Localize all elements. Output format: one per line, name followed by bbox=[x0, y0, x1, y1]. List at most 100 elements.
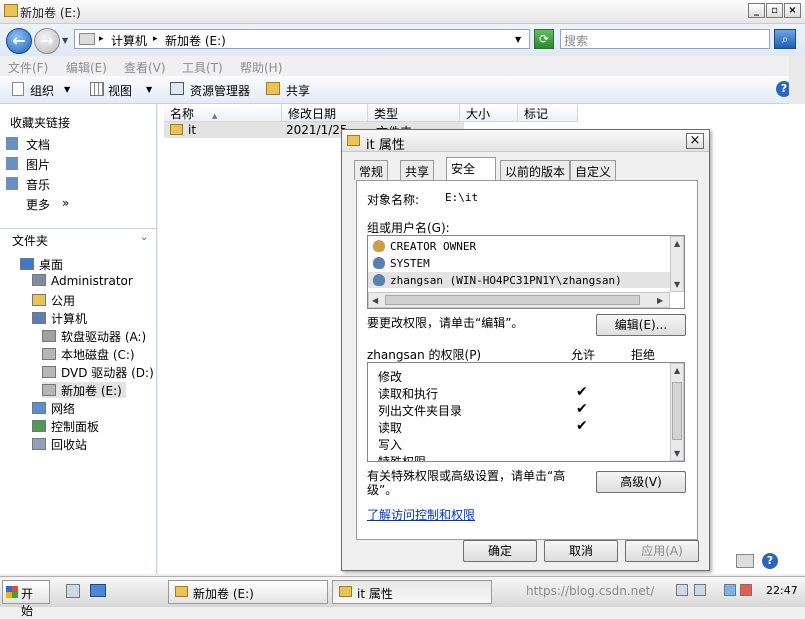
recent-pages-chevron-icon[interactable]: ▼ bbox=[62, 36, 68, 45]
tray-icon[interactable] bbox=[676, 584, 688, 596]
window-scrollbar[interactable] bbox=[789, 56, 805, 104]
menu-help[interactable]: 帮助(H) bbox=[240, 59, 282, 76]
tree-item[interactable]: Administrator bbox=[32, 274, 133, 290]
user-icon bbox=[373, 274, 385, 286]
tab-security[interactable]: 安全 bbox=[446, 157, 496, 181]
access-control-help-link[interactable]: 了解访问控制和权限 bbox=[367, 506, 475, 523]
resource-manager-button[interactable]: 资源管理器 bbox=[190, 82, 250, 99]
column-tags[interactable]: 标记 bbox=[518, 104, 578, 122]
menu-view[interactable]: 查看(V) bbox=[124, 59, 166, 76]
more-chevron-icon[interactable]: » bbox=[62, 196, 69, 210]
tree-item[interactable]: 网络 bbox=[32, 400, 75, 416]
tree-item[interactable]: 计算机 bbox=[32, 310, 87, 326]
ok-button[interactable]: 确定 bbox=[463, 540, 537, 562]
window-title: 新加卷 (E:) bbox=[20, 6, 81, 20]
scroll-down-icon[interactable]: ▼ bbox=[674, 280, 680, 289]
navigation-pane: 收藏夹链接 文档 图片 音乐 更多 » 文件夹 ⌄ 桌面 Administrato… bbox=[0, 104, 157, 574]
chevron-down-icon[interactable]: ▼ bbox=[146, 85, 152, 94]
permissions-scrollbar[interactable]: ▲ ▼ bbox=[670, 363, 684, 461]
menu-edit[interactable]: 编辑(E) bbox=[66, 59, 107, 76]
menu-tools[interactable]: 工具(T) bbox=[182, 59, 223, 76]
edit-button[interactable]: 编辑(E)... bbox=[596, 314, 686, 336]
collapse-chevron-icon[interactable]: ⌄ bbox=[140, 232, 148, 243]
drive-icon bbox=[79, 33, 95, 45]
tab-previous-versions[interactable]: 以前的版本 bbox=[500, 160, 571, 180]
user-list-row[interactable]: CREATOR OWNER bbox=[368, 238, 670, 254]
scroll-left-icon[interactable]: ◀ bbox=[372, 296, 378, 305]
user-name: CREATOR OWNER bbox=[390, 240, 477, 253]
cancel-button[interactable]: 取消 bbox=[544, 540, 618, 562]
window-titlebar[interactable]: 新加卷 (E:) _ ▫ × bbox=[0, 0, 805, 24]
close-button[interactable]: × bbox=[784, 3, 801, 18]
scroll-right-icon[interactable]: ▶ bbox=[657, 296, 663, 305]
user-list[interactable]: CREATOR OWNER SYSTEM zhangsan (WIN-HO4PC31… bbox=[367, 235, 685, 309]
horizontal-scroll-thumb[interactable] bbox=[385, 295, 640, 305]
address-dropdown-icon[interactable]: ▼ bbox=[515, 35, 521, 44]
tree-item[interactable]: DVD 驱动器 (D:) bbox=[42, 364, 154, 380]
scroll-up-icon[interactable]: ▲ bbox=[674, 239, 680, 248]
tray-icon[interactable] bbox=[694, 584, 706, 596]
forward-button[interactable]: → bbox=[34, 28, 60, 54]
favorites-more[interactable]: 更多 bbox=[26, 196, 50, 213]
column-size[interactable]: 大小 bbox=[460, 104, 518, 122]
maximize-button[interactable]: ▫ bbox=[766, 3, 783, 18]
tree-item[interactable]: 桌面 bbox=[20, 256, 63, 272]
column-date[interactable]: 修改日期 bbox=[282, 104, 368, 122]
dialog-titlebar[interactable]: it 属性 × bbox=[342, 130, 709, 153]
tree-item[interactable]: 控制面板 bbox=[32, 418, 99, 434]
tree-item[interactable]: 新加卷 (E:) bbox=[42, 382, 126, 398]
advanced-button[interactable]: 高级(V) bbox=[596, 471, 686, 493]
tree-item[interactable]: 本地磁盘 (C:) bbox=[42, 346, 135, 362]
favorite-documents[interactable]: 文档 bbox=[26, 136, 50, 153]
scroll-up-icon[interactable]: ▲ bbox=[674, 366, 680, 375]
help-icon[interactable]: ? bbox=[762, 553, 778, 569]
apply-button[interactable]: 应用(A) bbox=[625, 540, 699, 562]
column-type[interactable]: 类型 bbox=[368, 104, 460, 122]
tab-customize[interactable]: 自定义 bbox=[570, 160, 617, 180]
taskbar-explorer[interactable]: 新加卷 (E:) bbox=[168, 580, 328, 604]
column-name[interactable]: 名称 ▲ bbox=[164, 104, 282, 122]
dialog-close-button[interactable]: × bbox=[686, 133, 704, 149]
user-list-row[interactable]: SYSTEM bbox=[368, 255, 670, 271]
chevron-down-icon[interactable]: ▼ bbox=[64, 85, 70, 94]
keyboard-icon[interactable] bbox=[736, 554, 754, 568]
organize-button[interactable]: 组织 bbox=[30, 82, 54, 99]
favorite-music[interactable]: 音乐 bbox=[26, 176, 50, 193]
search-input[interactable]: 搜索 bbox=[560, 29, 770, 49]
address-input[interactable]: ▸ 计算机 ▸ 新加卷 (E:) ▼ bbox=[74, 29, 530, 49]
user-list-row[interactable]: zhangsan (WIN-HO4PC31PN1Y\zhangsan) bbox=[368, 272, 670, 288]
breadcrumb-volume[interactable]: 新加卷 (E:) bbox=[165, 32, 226, 49]
refresh-button[interactable]: ⟳ bbox=[534, 29, 554, 49]
views-button[interactable]: 视图 bbox=[108, 82, 132, 99]
scroll-down-icon[interactable]: ▼ bbox=[674, 449, 680, 458]
computer-icon bbox=[32, 312, 46, 324]
tree-item[interactable]: 回收站 bbox=[32, 436, 87, 452]
folders-header[interactable]: 文件夹 bbox=[12, 232, 48, 249]
network-icon[interactable] bbox=[724, 584, 736, 596]
volume-icon bbox=[42, 384, 56, 396]
clock[interactable]: 22:47 bbox=[766, 584, 798, 597]
organize-icon bbox=[12, 82, 24, 96]
search-button[interactable]: ⌕ bbox=[774, 29, 796, 49]
taskbar-properties[interactable]: it 属性 bbox=[332, 580, 492, 604]
user-list-scrollbar-vertical[interactable]: ▲ ▼ bbox=[670, 236, 684, 292]
permissions-list: 修改 读取和执行 ✔ 列出文件夹目录 ✔ 读取 ✔ 写入 特殊权限 ▲ ▼ bbox=[367, 362, 685, 462]
volume-icon[interactable] bbox=[740, 584, 752, 596]
breadcrumb-computer[interactable]: 计算机 bbox=[111, 32, 147, 49]
vertical-scroll-thumb[interactable] bbox=[672, 382, 682, 440]
user-list-scrollbar-horizontal[interactable]: ◀ ▶ bbox=[368, 292, 670, 308]
share-button[interactable]: 共享 bbox=[286, 82, 310, 99]
show-desktop-icon[interactable] bbox=[90, 584, 106, 597]
column-tags-label: 标记 bbox=[524, 107, 549, 121]
back-button[interactable]: ← bbox=[6, 28, 32, 54]
tab-general[interactable]: 常规 bbox=[354, 160, 389, 180]
minimize-button[interactable]: _ bbox=[748, 3, 765, 18]
menu-file[interactable]: 文件(F) bbox=[8, 59, 48, 76]
tree-item[interactable]: 公用 bbox=[32, 292, 75, 308]
taskbar: 开始 新加卷 (E:) it 属性 https://blog.csdn.net/… bbox=[0, 576, 805, 618]
start-button[interactable]: 开始 bbox=[2, 580, 50, 618]
server-manager-icon[interactable] bbox=[66, 584, 80, 598]
tab-sharing[interactable]: 共享 bbox=[400, 160, 435, 180]
favorite-pictures[interactable]: 图片 bbox=[26, 156, 50, 173]
tree-item[interactable]: 软盘驱动器 (A:) bbox=[42, 328, 146, 344]
